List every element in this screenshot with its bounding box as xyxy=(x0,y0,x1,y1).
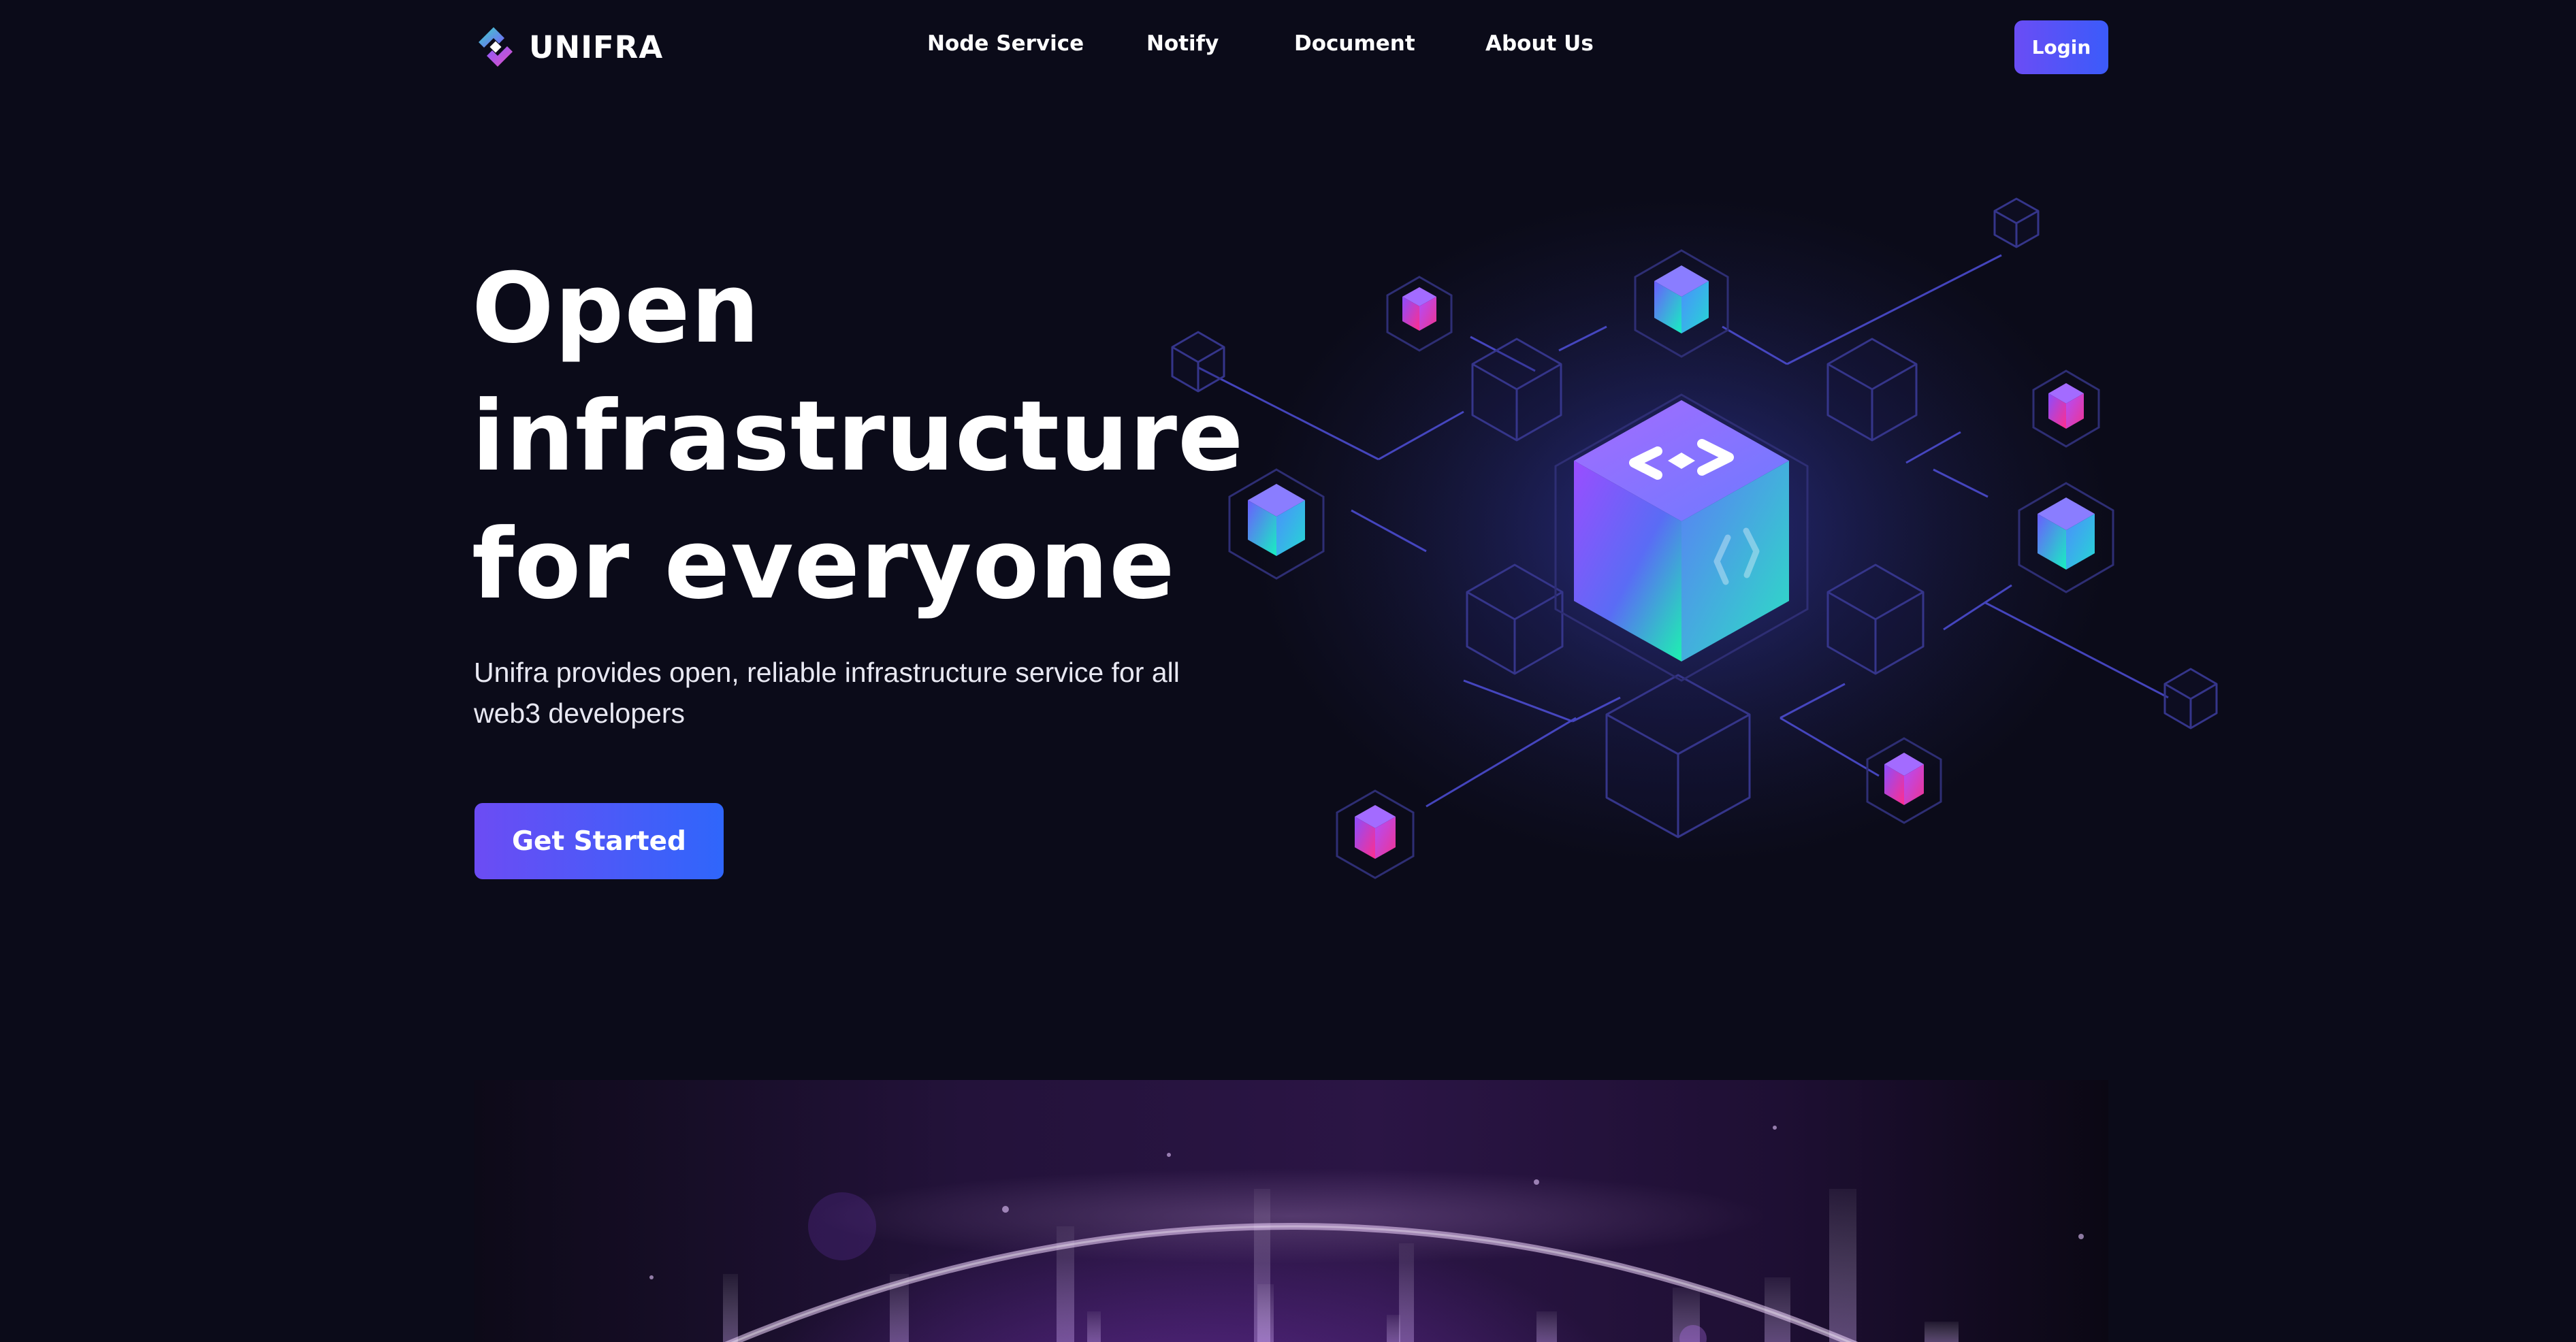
nav-notify[interactable]: Notify xyxy=(1146,31,1219,56)
nav-document[interactable]: Document xyxy=(1294,31,1415,56)
teal-cube-left xyxy=(1248,484,1305,556)
get-started-button[interactable]: Get Started xyxy=(474,803,724,879)
hero-banner xyxy=(474,1080,2108,1342)
hero-subtitle: Unifra provides open, reliable infrastru… xyxy=(474,652,1195,734)
glowing-planet-horizon-icon xyxy=(649,1126,2084,1342)
brand-logo[interactable]: UNIFRA xyxy=(473,23,663,71)
top-navigation: UNIFRA Node Service Notify Document Abou… xyxy=(0,0,2576,95)
brand-name: UNIFRA xyxy=(529,29,664,65)
hero-title-line: Open xyxy=(472,252,760,365)
unifra-diamond-logo-icon xyxy=(479,27,513,67)
magenta-cube-2 xyxy=(2048,383,2084,429)
hero-title-line: infrastructure xyxy=(472,380,1244,493)
hero-title-line: for everyone xyxy=(472,508,1176,621)
hero-subtitle-line: Unifra provides open, reliable infrastru… xyxy=(474,657,1180,688)
hero-title: Open infrastructure for everyone xyxy=(472,245,1244,629)
hero-subtitle-line: web3 developers xyxy=(474,698,685,729)
magenta-cube-4 xyxy=(1355,805,1396,859)
landing-page: UNIFRA Node Service Notify Document Abou… xyxy=(0,0,2576,1342)
login-button[interactable]: Login xyxy=(2014,20,2108,74)
nav-node-service[interactable]: Node Service xyxy=(927,31,1084,56)
blockchain-network-cube-icon xyxy=(1171,197,2218,879)
nav-about-us[interactable]: About Us xyxy=(1485,31,1594,56)
